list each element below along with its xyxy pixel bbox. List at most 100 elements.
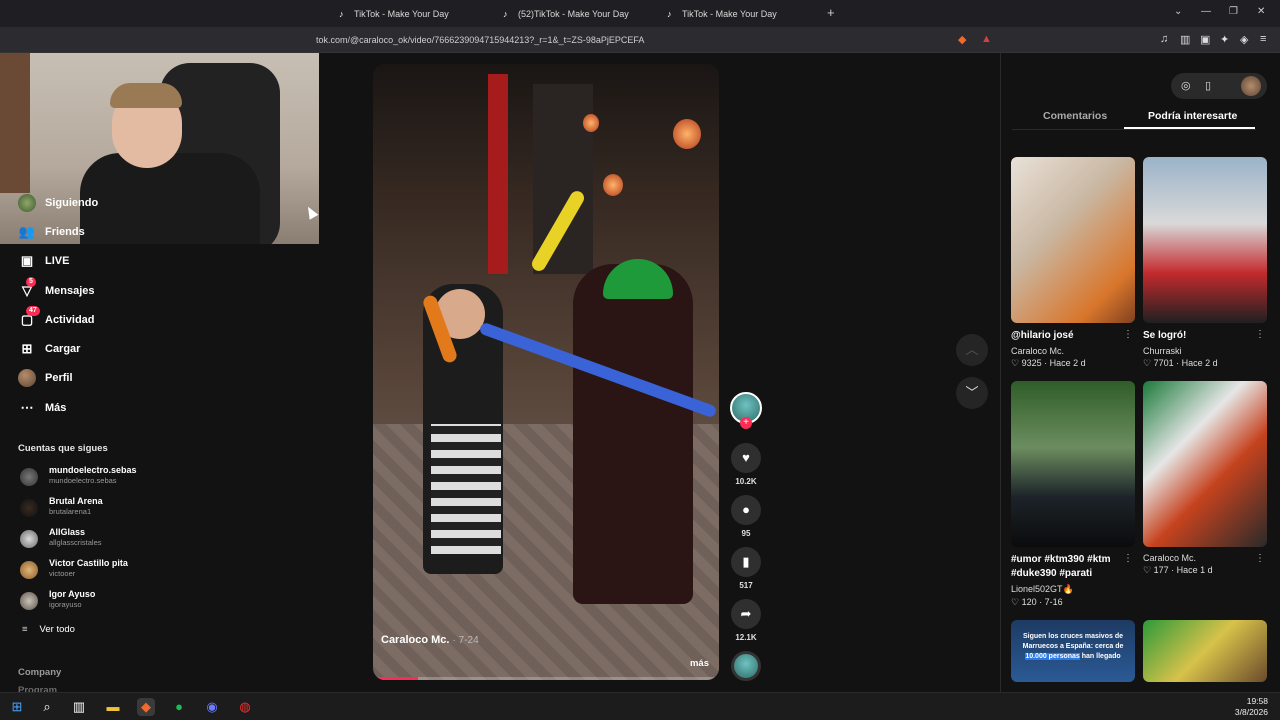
brave-icon[interactable]: ◆ (137, 698, 155, 716)
new-tab-button[interactable]: + (827, 5, 835, 20)
heart-icon: ♡ (1011, 597, 1020, 607)
brave-rewards-icon[interactable]: ▲ (981, 33, 992, 45)
video-thumbnail[interactable] (1011, 157, 1135, 323)
video-likes: 9325 (1021, 358, 1042, 368)
file-explorer-icon[interactable]: ▬ (104, 698, 122, 716)
following-account[interactable]: mundoelectro.sebas mundoelectro.sebas (18, 465, 158, 489)
follow-plus-icon[interactable]: + (740, 417, 752, 429)
share-icon[interactable]: ➦ (731, 599, 761, 629)
nav-more[interactable]: ⋯ Más (18, 398, 67, 418)
video-author: Caraloco Mc. (1011, 346, 1065, 356)
recommended-video[interactable]: Siguen los cruces masivos de Marruecos a… (1011, 620, 1135, 682)
url-field[interactable]: tok.com/@caraloco_ok/video/7666239094715… (316, 35, 644, 45)
browser-tab-bar: ♪ TikTok - Make Your Day ♪ (52)TikTok - … (0, 0, 1280, 27)
clock[interactable]: 19:58 3/8/2026 (1235, 696, 1268, 718)
nav-label: Friends (45, 226, 85, 238)
save-action[interactable]: ▮ 517 (729, 547, 763, 590)
video-thumbnail[interactable] (1143, 157, 1267, 323)
browser-tab-2[interactable]: ♪ (52)TikTok - Make Your Day (503, 4, 629, 24)
comment-action[interactable]: ● 95 (729, 495, 763, 538)
see-all-button[interactable]: ≡ Ver todo (22, 624, 75, 635)
video-thumbnail[interactable] (1143, 381, 1267, 547)
vpn-icon[interactable]: ◈ (1240, 33, 1248, 46)
search-icon[interactable]: ⌕ (38, 698, 56, 716)
brave-shield-icon[interactable]: ◆ (958, 33, 966, 46)
windows-start-icon[interactable]: ⊞ (8, 698, 26, 716)
recommended-video[interactable] (1143, 620, 1267, 682)
close-icon[interactable]: ✕ (1257, 6, 1265, 17)
nav-label: Más (45, 402, 67, 414)
tab-list-icon[interactable]: ⌄ (1174, 6, 1182, 17)
following-account[interactable]: Brutal Arena brutalarena1 (18, 496, 158, 520)
recommended-video[interactable]: Se logró! Churraski ♡ 7701 · Hace 2 d ⋮ (1143, 157, 1267, 369)
messages-icon: ▽ 5 (18, 277, 36, 300)
recommended-video[interactable]: #umor #ktm390 #ktm #duke390 #parati Lion… (1011, 381, 1135, 608)
video-progress-bar[interactable] (373, 677, 418, 680)
chevron-down-icon[interactable]: ﹀ (956, 377, 988, 409)
tab-recommended[interactable]: Podría interesarte (1148, 110, 1237, 122)
nav-live[interactable]: ▣ LIVE (18, 251, 70, 271)
wallet-icon[interactable]: ▣ (1200, 33, 1210, 46)
leo-icon[interactable]: ✦ (1220, 33, 1229, 46)
tab-comments[interactable]: Comentarios (1043, 110, 1107, 122)
obs-icon[interactable]: ◍ (236, 698, 254, 716)
discord-icon[interactable]: ◉ (203, 698, 221, 716)
nav-following[interactable]: Siguiendo (18, 193, 98, 213)
see-all-label: Ver todo (39, 624, 75, 635)
heart-icon: ♡ (1143, 358, 1152, 368)
sidebar-icon[interactable]: ▥ (1180, 33, 1190, 46)
messages-badge: 5 (26, 277, 36, 287)
video-author: Churraski (1143, 346, 1182, 356)
browser-tab-3[interactable]: ♪ TikTok - Make Your Day (667, 4, 777, 24)
browser-tab-1[interactable]: ♪ TikTok - Make Your Day (339, 4, 449, 24)
video-thumbnail[interactable] (1011, 381, 1135, 547)
task-view-icon[interactable]: ▥ (70, 698, 88, 716)
card-options-icon[interactable]: ⋮ (1123, 329, 1133, 340)
restore-icon[interactable]: ❐ (1229, 6, 1238, 17)
nav-upload[interactable]: ⊞ Cargar (18, 339, 81, 359)
video-player[interactable]: Caraloco Mc. · 7-24 más (373, 64, 719, 680)
video-stats: ♡ 177 · Hace 1 d (1143, 565, 1213, 575)
nav-messages[interactable]: ▽ 5 Mensajes (18, 277, 95, 301)
video-thumbnail[interactable]: Siguen los cruces masivos de Marruecos a… (1011, 620, 1135, 682)
account-handle: victooer (49, 569, 76, 578)
following-account[interactable]: Igor Ayuso igorayuso (18, 589, 158, 613)
heart-icon[interactable]: ♥ (731, 443, 761, 473)
sound-avatar[interactable] (731, 651, 761, 681)
card-options-icon[interactable]: ⋮ (1255, 553, 1265, 564)
video-thumbnail[interactable] (1143, 620, 1267, 682)
media-icon[interactable]: ♫ (1160, 33, 1168, 45)
minimize-icon[interactable]: — (1201, 6, 1211, 17)
nav-friends[interactable]: 👥 Friends (18, 222, 85, 242)
news-headline: Siguen los cruces masivos de Marruecos a… (1019, 632, 1127, 662)
user-avatar[interactable] (1241, 76, 1261, 96)
nav-activity[interactable]: ▢ 47 Actividad (18, 306, 95, 330)
video-date: · 7-24 (452, 635, 479, 646)
video-author: Caraloco Mc. (1143, 553, 1197, 563)
video-author: Lionel502GT🔥 (1011, 584, 1074, 594)
bookmark-icon[interactable]: ▮ (731, 547, 761, 577)
video-progress-track[interactable] (373, 677, 719, 680)
card-options-icon[interactable]: ⋮ (1255, 329, 1265, 340)
chevron-up-icon[interactable]: ︿ (956, 334, 988, 366)
compass-icon[interactable]: ◎ (1181, 79, 1191, 92)
nav-profile[interactable]: Perfil (18, 368, 73, 388)
video-stats: ♡ 7701 · Hace 2 d (1143, 358, 1218, 368)
video-author[interactable]: Caraloco Mc. · 7-24 (381, 634, 479, 646)
company-link[interactable]: Company (18, 667, 61, 678)
like-action[interactable]: ♥ 10.2K (729, 443, 763, 486)
spotify-icon[interactable]: ● (170, 698, 188, 716)
menu-icon[interactable]: ≡ (1260, 33, 1266, 45)
following-account[interactable]: Victor Castillo pita victooer (18, 558, 158, 582)
following-account[interactable]: AllGlass allglasscristales (18, 527, 158, 551)
device-icon[interactable]: ▯ (1205, 79, 1211, 92)
video-more-button[interactable]: más (690, 658, 709, 669)
account-name: Victor Castillo pita (49, 558, 128, 568)
comment-icon[interactable]: ● (731, 495, 761, 525)
share-action[interactable]: ➦ 12.1K (729, 599, 763, 642)
recommended-video[interactable]: @hilario josé Caraloco Mc. ♡ 9325 · Hace… (1011, 157, 1135, 369)
card-options-icon[interactable]: ⋮ (1123, 553, 1133, 564)
nav-label: Siguiendo (45, 197, 99, 209)
recommended-video[interactable]: Caraloco Mc. ♡ 177 · Hace 1 d ⋮ (1143, 381, 1267, 576)
save-count: 517 (739, 581, 753, 590)
